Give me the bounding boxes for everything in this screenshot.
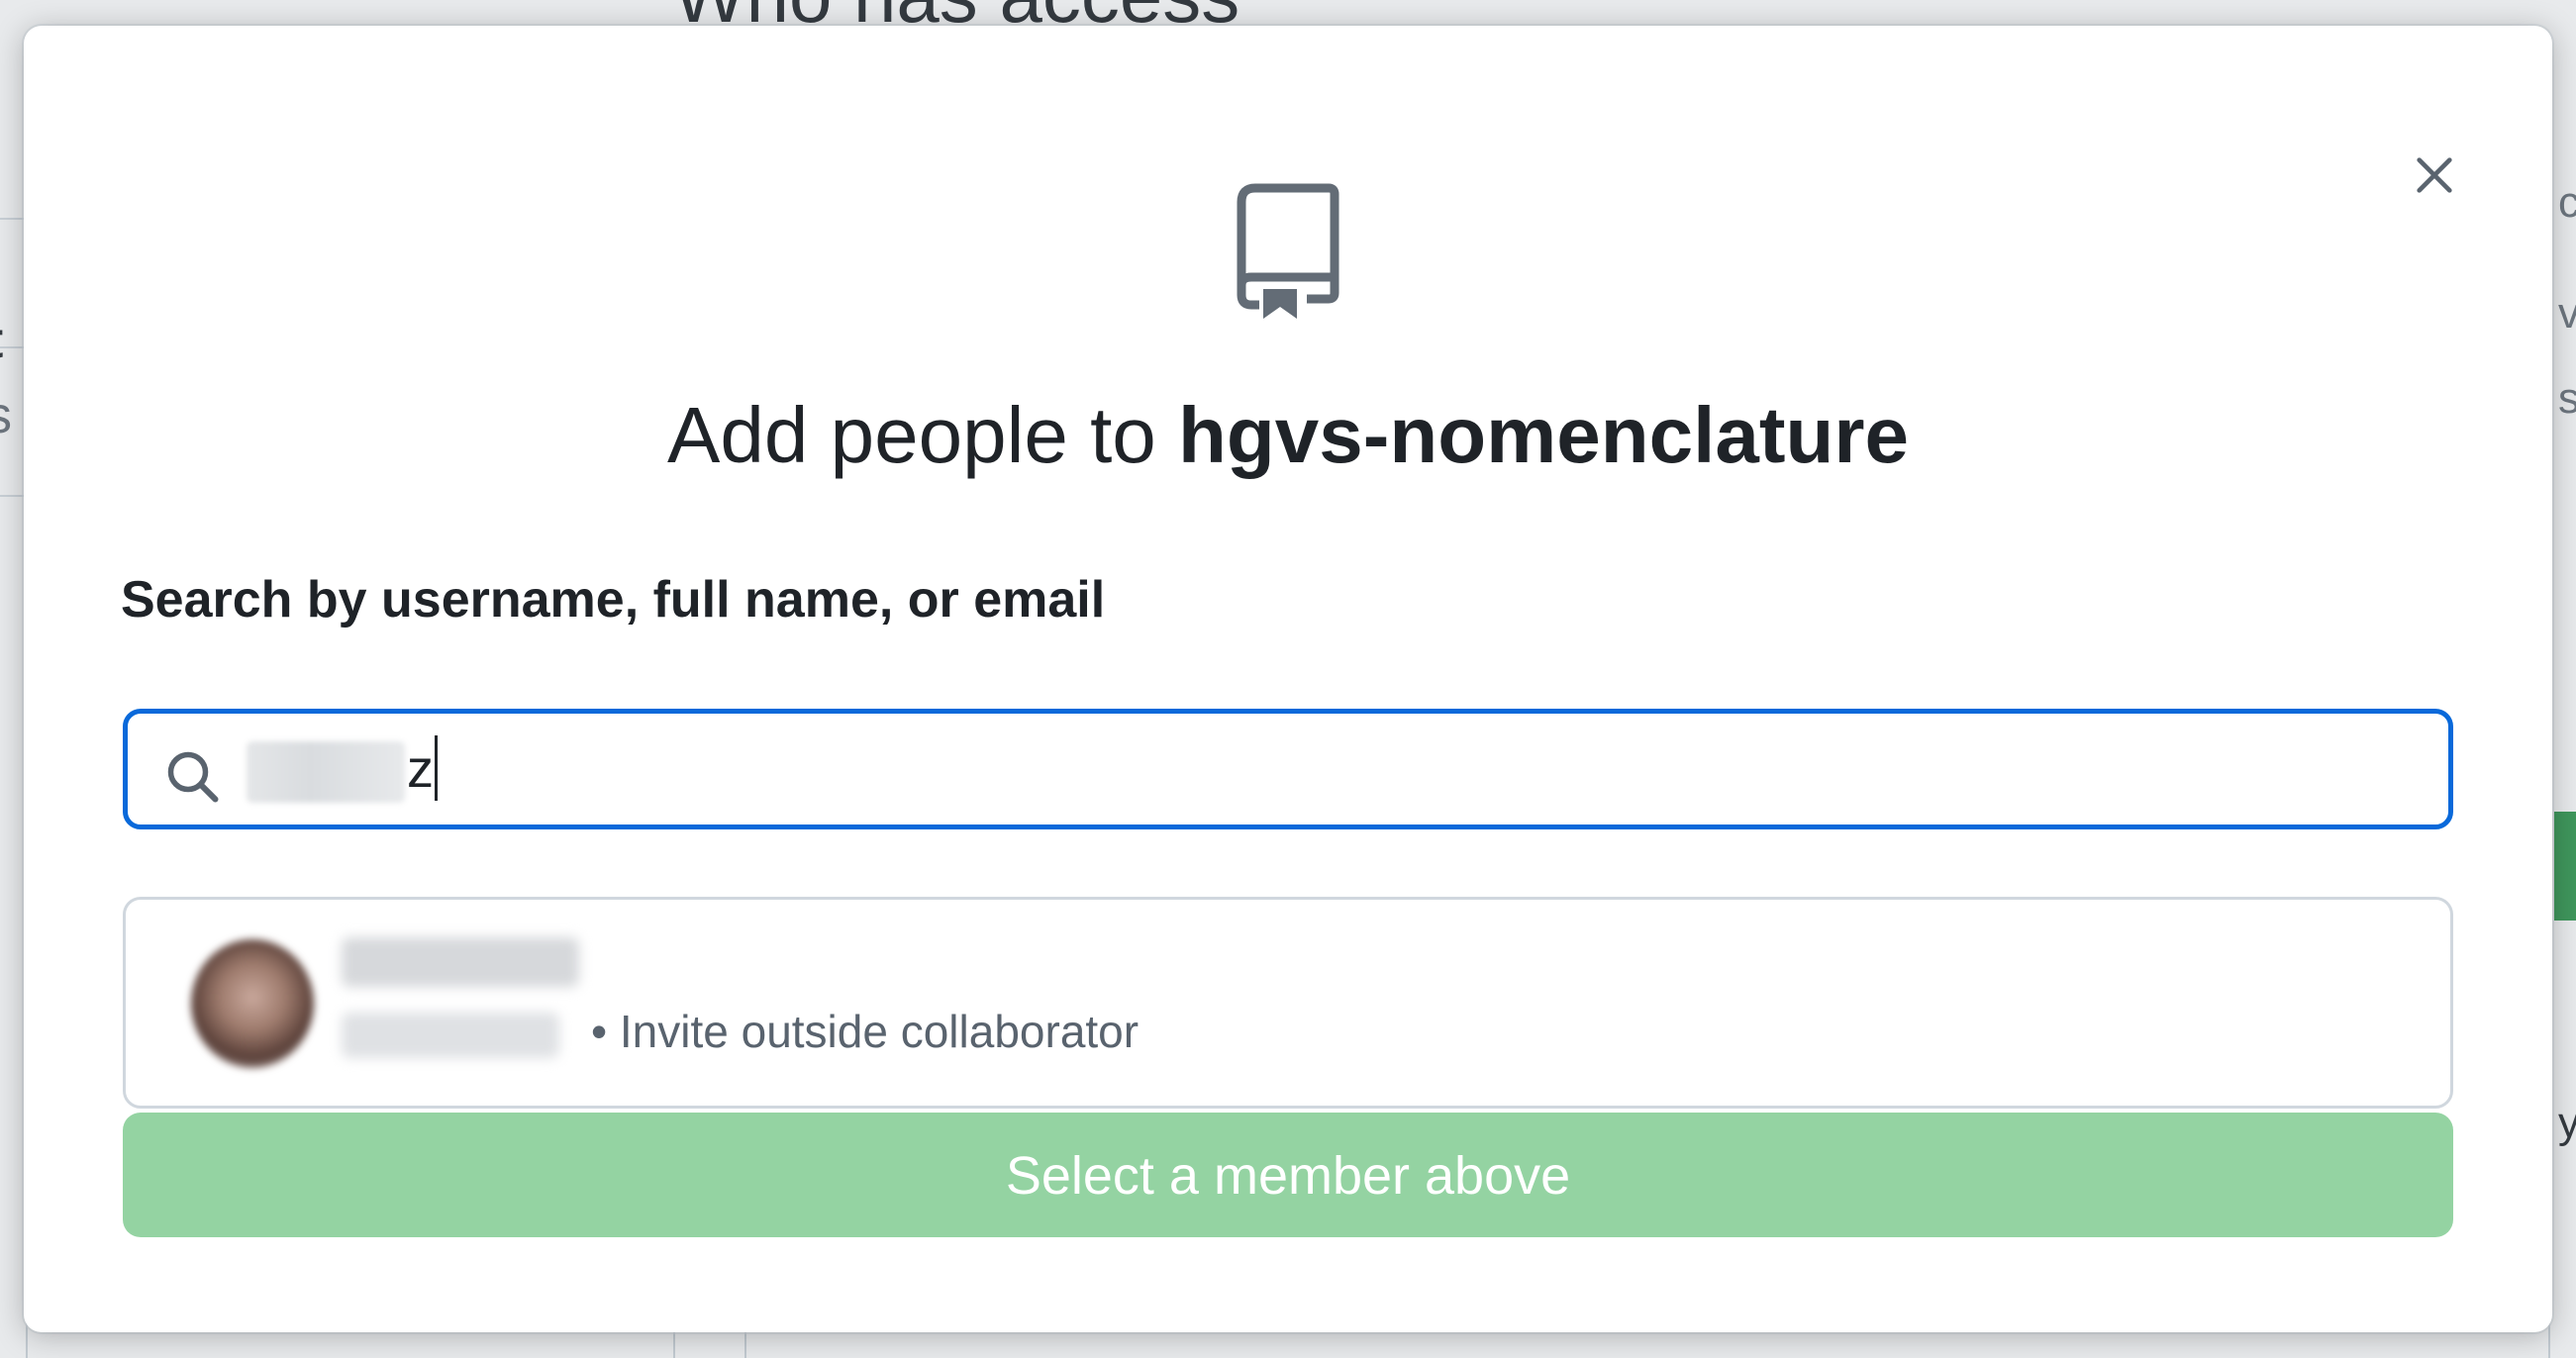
avatar — [191, 939, 314, 1068]
result-item[interactable]: • Invite outside collaborator — [126, 900, 2450, 1106]
invite-outside-collaborator-text: • Invite outside collaborator — [591, 1006, 1139, 1057]
result-name-redacted — [342, 937, 579, 987]
text-caret — [435, 735, 438, 801]
search-input[interactable] — [248, 722, 2427, 817]
close-icon — [2417, 157, 2452, 193]
add-people-dialog: Add people to hgvs-nomenclature Search b… — [24, 26, 2552, 1332]
repo-icon — [1234, 182, 1342, 321]
search-field[interactable] — [123, 709, 2453, 829]
close-button[interactable] — [2400, 141, 2469, 210]
search-label: Search by username, full name, or email — [121, 571, 1106, 629]
dialog-title: Add people to hgvs-nomenclature — [24, 390, 2552, 481]
dialog-title-prefix: Add people to — [667, 391, 1179, 479]
search-icon — [167, 751, 219, 803]
result-login-redacted — [342, 1013, 559, 1058]
search-results: • Invite outside collaborator — [123, 897, 2453, 1109]
repository-name: hgvs-nomenclature — [1178, 391, 1909, 479]
select-member-button[interactable]: Select a member above — [123, 1113, 2453, 1237]
